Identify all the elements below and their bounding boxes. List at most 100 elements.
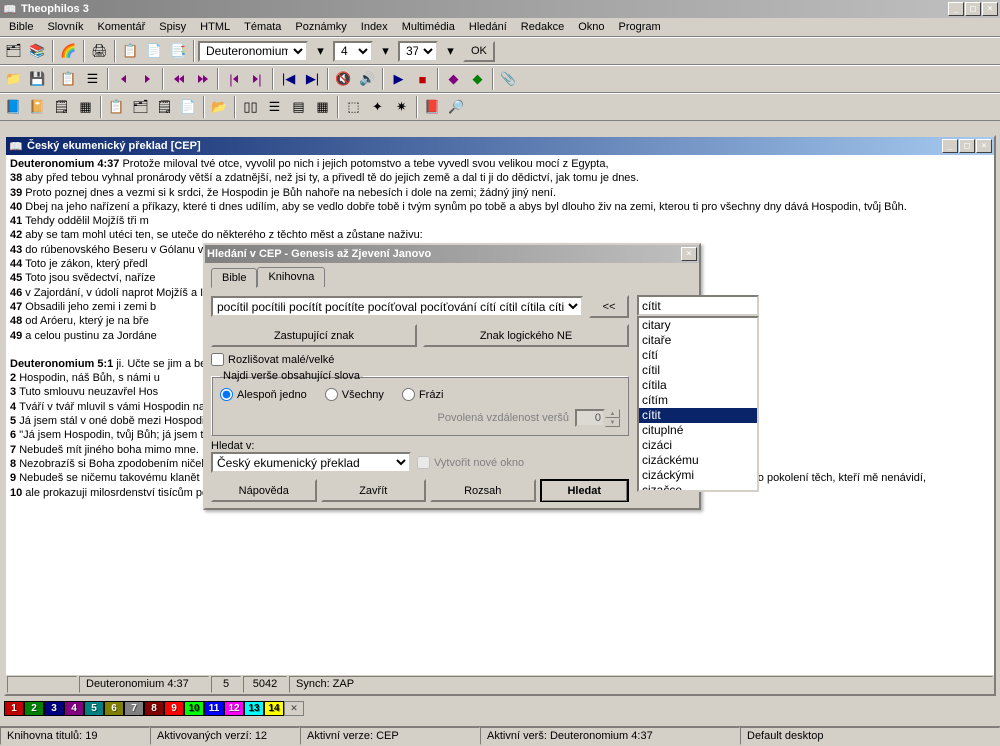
tool-btn[interactable]: ☰ (81, 68, 104, 90)
list-item[interactable]: cituplné (639, 423, 757, 438)
menu-okno[interactable]: Okno (571, 19, 611, 35)
tool-btn[interactable]: 🗂 (129, 96, 152, 118)
first-button[interactable]: | (222, 68, 245, 90)
cascade-icon[interactable]: ▤ (287, 96, 310, 118)
tool-btn[interactable]: 📄 (177, 96, 200, 118)
toggle-a-button[interactable]: ◆ (442, 68, 465, 90)
color-tab-8[interactable]: 8 (144, 701, 164, 716)
prev-book-button[interactable] (112, 68, 135, 90)
tile-v-icon[interactable]: ▯▯ (239, 96, 262, 118)
toggle-b-button[interactable]: ◆ (466, 68, 489, 90)
menu-redakce[interactable]: Redakce (514, 19, 571, 35)
tool-btn[interactable]: 📋 (119, 40, 142, 62)
tool-btn[interactable]: 📚 (26, 40, 49, 62)
menu-bible[interactable]: Bible (2, 19, 40, 35)
attach-icon[interactable]: 📎 (497, 68, 520, 90)
grid-icon[interactable]: ▦ (311, 96, 334, 118)
color-tab-12[interactable]: 12 (224, 701, 244, 716)
tool-btn[interactable]: 🗒 (153, 96, 176, 118)
tool-btn[interactable]: ✦ (366, 96, 389, 118)
menu-slovník[interactable]: Slovník (40, 19, 90, 35)
list-item[interactable]: cizačce (639, 483, 757, 492)
query-combo[interactable]: pocítil pocítili pocítít pocítíte pocíťo… (211, 296, 583, 317)
case-checkbox[interactable]: Rozlišovat malé/velké (211, 353, 629, 366)
menu-multimédia[interactable]: Multimédia (395, 19, 462, 35)
color-tab-5[interactable]: 5 (84, 701, 104, 716)
book-select[interactable]: Deuteronomium (198, 41, 308, 62)
logical-not-button[interactable]: Znak logického NE (423, 324, 629, 347)
list-item[interactable]: cítit (639, 408, 757, 423)
doc-close-button[interactable]: × (976, 139, 992, 153)
book-dropdown-icon[interactable]: ▾ (309, 40, 332, 62)
help-button[interactable]: Nápověda (211, 479, 317, 502)
color-tab-close[interactable]: ✕ (284, 701, 304, 716)
close-button[interactable]: × (982, 2, 998, 16)
search-button[interactable]: Hledat (540, 479, 630, 502)
color-tab-13[interactable]: 13 (244, 701, 264, 716)
tool-btn[interactable]: 📁 (2, 68, 25, 90)
radio-phrase[interactable]: Frázi (402, 388, 443, 401)
ok-button[interactable]: OK (463, 41, 495, 62)
tool-btn[interactable]: ▦ (74, 96, 97, 118)
verse-select[interactable]: 37 (398, 41, 438, 62)
color-tab-4[interactable]: 4 (64, 701, 84, 716)
list-item[interactable]: cítila (639, 378, 757, 393)
menu-poznámky[interactable]: Poznámky (288, 19, 353, 35)
sound-on-icon[interactable]: 🔊 (356, 68, 379, 90)
color-tab-9[interactable]: 9 (164, 701, 184, 716)
list-item[interactable]: citary (639, 318, 757, 333)
tile-h-icon[interactable]: ☰ (263, 96, 286, 118)
dialog-titlebar[interactable]: Hledání v CEP - Genesis až Zjevení Janov… (205, 245, 699, 263)
list-item[interactable]: cizáckými (639, 468, 757, 483)
menu-témata[interactable]: Témata (237, 19, 288, 35)
doc-maximize-button[interactable]: □ (959, 139, 975, 153)
tool-btn[interactable]: ✷ (390, 96, 413, 118)
first-hit-button[interactable]: |◀ (277, 68, 300, 90)
tool-btn[interactable]: 📂 (208, 96, 231, 118)
next-book-button[interactable] (136, 68, 159, 90)
radio-all[interactable]: Všechny (325, 388, 384, 401)
color-tab-6[interactable]: 6 (104, 701, 124, 716)
color-tab-1[interactable]: 1 (4, 701, 24, 716)
close-dialog-button[interactable]: Zavřít (321, 479, 427, 502)
verse-dropdown-icon[interactable]: ▾ (439, 40, 462, 62)
tool-btn[interactable]: 🌈 (57, 40, 80, 62)
menu-spisy[interactable]: Spisy (152, 19, 193, 35)
color-tab-7[interactable]: 7 (124, 701, 144, 716)
color-tab-14[interactable]: 14 (264, 701, 284, 716)
range-button[interactable]: Rozsah (430, 479, 536, 502)
menu-program[interactable]: Program (612, 19, 668, 35)
prev-results-button[interactable]: << (589, 295, 629, 318)
dialog-close-button[interactable]: × (681, 247, 697, 261)
menu-komentář[interactable]: Komentář (91, 19, 153, 35)
radio-any[interactable]: Alespoň jedno (220, 388, 307, 401)
next-chap-button[interactable] (191, 68, 214, 90)
chapter-select[interactable]: 4 (333, 41, 373, 62)
prev-chap-button[interactable] (167, 68, 190, 90)
tool-btn[interactable]: 🗒 (50, 96, 73, 118)
color-tab-11[interactable]: 11 (204, 701, 224, 716)
tool-btn[interactable]: 📋 (105, 96, 128, 118)
wildcard-button[interactable]: Zastupující znak (211, 324, 417, 347)
sound-off-icon[interactable]: 🔇 (332, 68, 355, 90)
word-listbox[interactable]: citarycitařecítícítilcítilacítímcítitcit… (637, 316, 759, 492)
color-tab-2[interactable]: 2 (24, 701, 44, 716)
list-item[interactable]: cizáci (639, 438, 757, 453)
menu-index[interactable]: Index (354, 19, 395, 35)
list-item[interactable]: cítím (639, 393, 757, 408)
tool-btn[interactable]: 🔎 (445, 96, 468, 118)
menu-html[interactable]: HTML (193, 19, 237, 35)
tool-btn[interactable]: 📄 (143, 40, 166, 62)
tool-btn[interactable]: ⬚ (342, 96, 365, 118)
stop-button[interactable]: ■ (411, 68, 434, 90)
list-item[interactable]: cítil (639, 363, 757, 378)
color-tab-10[interactable]: 10 (184, 701, 204, 716)
list-item[interactable]: citaře (639, 333, 757, 348)
filter-input[interactable] (637, 295, 759, 316)
tool-btn[interactable]: 📑 (167, 40, 190, 62)
tab-library[interactable]: Knihovna (257, 267, 325, 287)
maximize-button[interactable]: □ (965, 2, 981, 16)
tool-btn[interactable]: 📘 (2, 96, 25, 118)
doc-minimize-button[interactable]: _ (942, 139, 958, 153)
minimize-button[interactable]: _ (948, 2, 964, 16)
